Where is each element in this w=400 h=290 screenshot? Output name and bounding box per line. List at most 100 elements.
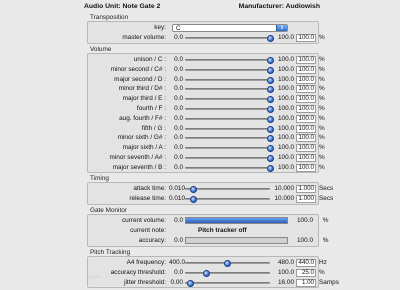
- param-unit: Secs: [319, 185, 334, 192]
- param-value-field[interactable]: 100.0: [296, 154, 316, 162]
- param-slider[interactable]: [185, 125, 274, 133]
- slider-thumb[interactable]: [186, 280, 194, 287]
- param-label: minor second / C# :: [110, 65, 166, 73]
- param-min: 0.0: [174, 95, 183, 103]
- slider-row: A4 frequency: 400.0 480.0 440.0 Hz: [88, 258, 327, 268]
- param-unit: %: [319, 75, 325, 83]
- param-unit: %: [319, 56, 325, 63]
- param-unit: Hz: [319, 259, 327, 266]
- slider-row: release time: 0.010 10.000 1.000 Secs: [88, 194, 333, 204]
- param-value-field[interactable]: 100.0: [296, 134, 316, 143]
- param-unit: %: [319, 114, 325, 122]
- param-slider[interactable]: [185, 155, 274, 162]
- param-max: 100.0: [278, 124, 294, 132]
- param-label: major sixth / A :: [122, 144, 166, 152]
- param-value-field[interactable]: 1.000: [296, 185, 316, 193]
- param-value-field[interactable]: 440.0: [296, 259, 316, 267]
- current-volume-value-text: 100.0: [297, 217, 313, 224]
- watermark-logo: MATRIX: [87, 274, 103, 279]
- transposition-panel: key: C ⇕ master volume: 0.0 100.0 100.0 …: [87, 21, 325, 44]
- param-value-field[interactable]: 100.0: [296, 124, 316, 133]
- slider-thumb[interactable]: [190, 196, 197, 203]
- param-unit: %: [319, 95, 325, 103]
- param-slider[interactable]: [185, 57, 274, 64]
- param-unit: %: [319, 269, 325, 276]
- param-slider[interactable]: [185, 66, 274, 74]
- param-unit: %: [319, 85, 325, 93]
- key-selected-value: C: [176, 25, 181, 32]
- param-max: 100.0: [278, 75, 294, 83]
- param-value-field[interactable]: 100.0: [296, 75, 316, 84]
- param-slider[interactable]: [185, 115, 274, 123]
- param-max: 100.0: [278, 269, 294, 276]
- slider-row: major seventh / B : 0.0 100.0 100.0%: [88, 163, 325, 173]
- param-value-field[interactable]: 100.0: [296, 95, 316, 104]
- param-slider[interactable]: [185, 145, 274, 153]
- param-slider[interactable]: [185, 196, 270, 203]
- key-row: key: C ⇕: [88, 23, 320, 33]
- param-max: 100.0: [278, 154, 294, 161]
- current-volume-row: current volume: 0.0 100.0 %: [88, 216, 328, 226]
- param-label: unison / C :: [133, 56, 166, 63]
- param-min: 0.0: [174, 163, 183, 171]
- slider-row: major second / D : 0.0 100.0 100.0%: [88, 75, 325, 85]
- param-unit: Samps: [319, 279, 339, 286]
- slider-row: accuracy threshold: 0.0 100.0 25.0%: [88, 268, 325, 278]
- param-min: 0.0: [174, 85, 183, 93]
- slider-row: major sixth / A : 0.0 100.0 100.0%: [88, 143, 325, 153]
- param-value-field[interactable]: 100.0: [296, 85, 316, 94]
- param-value-field[interactable]: 100.0: [296, 105, 316, 113]
- master-volume-slider[interactable]: [185, 35, 274, 42]
- current-volume-meter-fill: [186, 218, 287, 223]
- section-title-gate-monitor: Gate Monitor: [90, 207, 127, 214]
- param-min: 400.0: [169, 259, 185, 266]
- param-slider[interactable]: [185, 96, 274, 104]
- param-label: minor seventh / A# :: [109, 154, 166, 161]
- slider-thumb[interactable]: [202, 270, 210, 277]
- param-value-field[interactable]: 25.0: [296, 269, 316, 277]
- slider-row: jitter threshold: 0.00 16.00 1.00 Samps: [88, 278, 339, 288]
- param-max: 100.0: [278, 65, 294, 73]
- param-slider[interactable]: [185, 86, 274, 94]
- param-max: 100.0: [278, 95, 294, 103]
- manufacturer-label: Manufacturer: Audiowish: [238, 3, 320, 10]
- param-slider[interactable]: [185, 186, 270, 193]
- slider-row: attack time: 0.010 10.000 1.000 Secs: [88, 184, 333, 194]
- master-volume-field[interactable]: 100.0: [296, 34, 316, 42]
- param-slider[interactable]: [185, 76, 274, 84]
- accuracy-value-text: 100.0: [297, 237, 313, 244]
- master-volume-unit: %: [319, 34, 325, 41]
- param-slider[interactable]: [185, 106, 274, 113]
- current-volume-value: 100.0 %: [297, 217, 328, 224]
- param-label: minor third / D# :: [118, 85, 166, 93]
- param-slider[interactable]: [185, 260, 270, 267]
- param-unit: %: [319, 124, 325, 132]
- param-slider[interactable]: [185, 135, 274, 143]
- key-select[interactable]: C ⇕: [172, 24, 288, 32]
- param-value-field[interactable]: 100.0: [296, 144, 316, 153]
- param-value-field[interactable]: 100.0: [296, 56, 316, 64]
- slider-thumb[interactable]: [224, 260, 231, 267]
- param-unit: %: [319, 105, 325, 112]
- accuracy-min: 0.0: [174, 237, 183, 244]
- param-min: 0.0: [174, 134, 183, 142]
- param-min: 0.0: [174, 269, 183, 276]
- param-value-field[interactable]: 100.0: [296, 114, 316, 123]
- volume-panel: unison / C :0.0 100.0 100.0% minor second /…: [87, 53, 325, 173]
- timing-panel: attack time: 0.010 10.000 1.000 Secs release …: [87, 182, 333, 205]
- param-value-field[interactable]: 100.0: [296, 65, 316, 74]
- param-slider[interactable]: [185, 270, 270, 277]
- param-value-field[interactable]: 1.00: [296, 279, 316, 287]
- accuracy-label: accuracy:: [138, 237, 166, 244]
- param-slider[interactable]: [185, 280, 270, 287]
- plugin-header: Audio Unit: Note Gate 2 Manufacturer: Au…: [84, 3, 320, 12]
- param-value-field[interactable]: 1.000: [296, 195, 316, 203]
- param-value-field[interactable]: 100.0: [296, 163, 316, 172]
- param-slider[interactable]: [185, 164, 274, 172]
- param-max: 10.000: [274, 185, 294, 192]
- param-label: major seventh / B :: [112, 163, 166, 171]
- accuracy-meter: [185, 237, 288, 244]
- param-max: 100.0: [278, 85, 294, 93]
- param-min: 0.0: [174, 154, 183, 161]
- slider-thumb[interactable]: [190, 186, 197, 193]
